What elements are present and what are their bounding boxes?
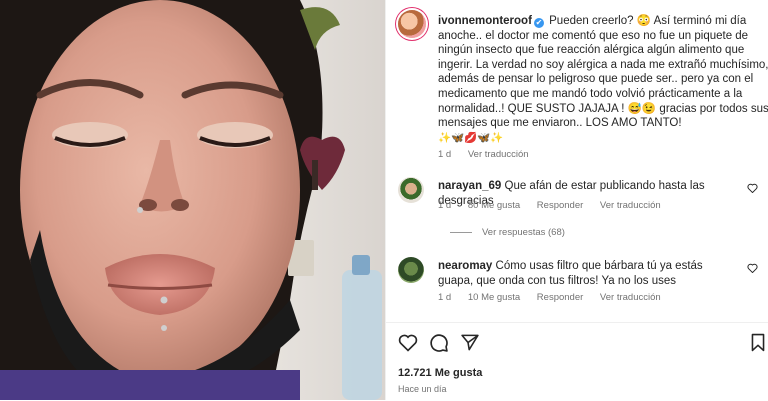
commenter-avatar[interactable] <box>398 257 424 283</box>
caption-meta: 1 d Ver traducción <box>438 149 543 160</box>
post-actions: 12.721 Me gusta Hace un día <box>386 322 768 401</box>
comment-like-heart-icon[interactable] <box>747 263 758 273</box>
post-caption-block: ivonnemonteroof ✔ Pueden creerlo? 😳 Así t… <box>398 10 768 170</box>
post-photo[interactable] <box>0 0 385 400</box>
commenter-username[interactable]: narayan_69 <box>438 180 501 192</box>
post-timestamp: Hace un día <box>398 384 447 394</box>
heart-icon[interactable] <box>398 333 418 352</box>
author-avatar[interactable] <box>398 10 426 38</box>
view-replies-label[interactable]: Ver respuestas (68) <box>482 227 565 238</box>
commenter-username[interactable]: nearomay <box>438 260 492 272</box>
comment-age[interactable]: 1 d <box>438 292 451 303</box>
commenter-avatar[interactable] <box>398 177 424 203</box>
post-caption: ivonnemonteroof ✔ Pueden creerlo? 😳 Así t… <box>438 14 768 145</box>
caption-emoji-line: ✨🦋💋🦋✨ <box>438 131 504 144</box>
comment-translate-link[interactable]: Ver traducción <box>600 200 661 211</box>
comment-translate-link[interactable]: Ver traducción <box>600 292 661 303</box>
selfie-image <box>0 0 385 400</box>
author-username[interactable]: ivonnemonteroof <box>438 15 532 27</box>
caption-translate-link[interactable]: Ver traducción <box>468 149 529 160</box>
caption-text: Pueden creerlo? 😳 Así terminó mi día ano… <box>438 15 768 130</box>
reply-button[interactable]: Responder <box>537 200 583 211</box>
comment-likes[interactable]: 80 Me gusta <box>468 200 520 211</box>
comment-like-heart-icon[interactable] <box>747 183 758 193</box>
caption-age[interactable]: 1 d <box>438 149 451 160</box>
view-replies[interactable]: Ver respuestas (68) <box>450 227 565 238</box>
post-like-count[interactable]: 12.721 Me gusta <box>398 367 482 379</box>
share-icon[interactable] <box>460 333 480 352</box>
comment-meta: 1 d 10 Me gusta Responder Ver traducción <box>438 292 675 303</box>
verified-badge-icon: ✔ <box>533 18 544 28</box>
bookmark-icon[interactable] <box>750 333 766 352</box>
replies-divider <box>450 231 472 233</box>
comment-text: nearomay Cómo usas filtro que bárbara tú… <box>438 259 738 288</box>
comment-likes[interactable]: 10 Me gusta <box>468 292 520 303</box>
comment-icon[interactable] <box>429 333 449 353</box>
comment-age[interactable]: 1 d <box>438 200 451 211</box>
comment-item: nearomay Cómo usas filtro que bárbara tú… <box>398 255 758 315</box>
comments-scroll[interactable]: ivonnemonteroof ✔ Pueden creerlo? 😳 Así t… <box>386 0 768 322</box>
post-panel: ivonnemonteroof ✔ Pueden creerlo? 😳 Así t… <box>385 0 768 400</box>
comment-item: narayan_69 Que afán de estar publicando … <box>398 175 758 245</box>
comment-meta: 1 d 80 Me gusta Responder Ver traducción <box>438 200 675 211</box>
reply-button[interactable]: Responder <box>537 292 583 303</box>
